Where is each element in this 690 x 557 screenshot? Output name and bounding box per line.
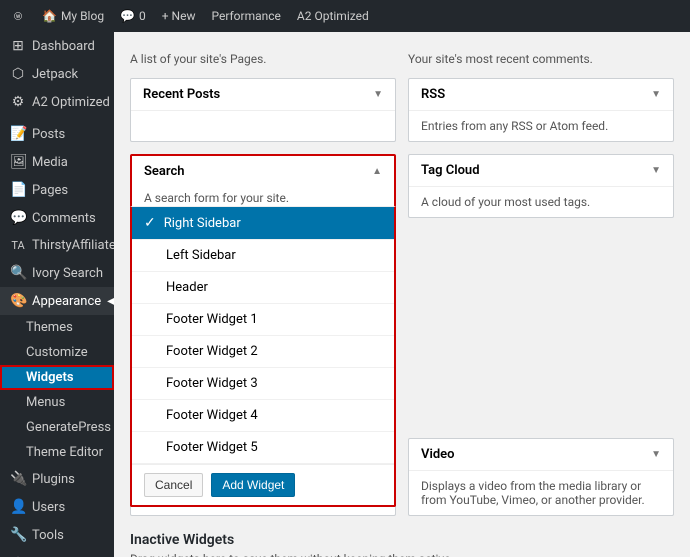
- search-widget-container: Search ▲ A search form for your site. ✓ …: [130, 154, 396, 218]
- tools-icon: 🔧: [10, 527, 26, 543]
- recent-posts-widget: Recent Posts ▼: [130, 78, 396, 142]
- tag-cloud-header[interactable]: Tag Cloud ▼: [409, 155, 673, 187]
- admin-bar-site-name[interactable]: 🏠 My Blog: [36, 0, 110, 32]
- jetpack-icon: ⬡: [10, 66, 26, 82]
- pages-icon: 📄: [10, 182, 26, 198]
- video-chevron: ▼: [651, 449, 661, 460]
- add-widget-button[interactable]: Add Widget: [211, 473, 295, 497]
- comment-icon: 💬: [120, 9, 135, 23]
- sidebar: ⊞ Dashboard ⬡ Jetpack ⚙ A2 Optimized 📝 P…: [0, 32, 114, 557]
- sidebar-item-settings[interactable]: ⚙ Settings: [0, 549, 114, 557]
- sidebar-item-tools[interactable]: 🔧 Tools: [0, 521, 114, 549]
- sidebar-item-users[interactable]: 👤 Users: [0, 493, 114, 521]
- check-icon: ✓: [144, 215, 156, 231]
- comments-desc: Your site's most recent comments.: [408, 48, 674, 70]
- sidebar-subitem-theme-editor[interactable]: Theme Editor: [0, 440, 114, 465]
- appearance-icon: 🎨: [10, 293, 26, 309]
- a2-icon: ⚙: [10, 94, 26, 110]
- rss-header[interactable]: RSS ▼: [409, 79, 673, 111]
- tag-cloud-column: Tag Cloud ▼ A cloud of your most used ta…: [408, 154, 674, 218]
- plugins-icon: 🔌: [10, 471, 26, 487]
- top-labels-row: A list of your site's Pages. Your site's…: [130, 48, 674, 70]
- tag-cloud-chevron: ▼: [651, 165, 661, 176]
- dropdown-actions: Cancel Add Widget: [132, 464, 394, 505]
- search-chevron-up: ▲: [372, 166, 382, 177]
- dropdown-item-footer3[interactable]: Footer Widget 3: [132, 368, 394, 400]
- rss-widget: RSS ▼ Entries from any RSS or Atom feed.: [408, 78, 674, 142]
- sidebar-item-pages[interactable]: 📄 Pages: [0, 176, 114, 204]
- sidebar-item-dashboard[interactable]: ⊞ Dashboard: [0, 32, 114, 60]
- ivorysearch-icon: 🔍: [10, 265, 26, 281]
- sidebar-subitem-generatepress[interactable]: GeneratePress: [0, 415, 114, 440]
- dropdown-item-footer5[interactable]: Footer Widget 5: [132, 432, 394, 464]
- sidebar-subitem-widgets[interactable]: Widgets: [0, 365, 114, 390]
- video-widget: Video ▼ Displays a video from the media …: [408, 438, 674, 516]
- appearance-arrow: ◀: [107, 296, 114, 307]
- search-widget-header[interactable]: Search ▲: [132, 156, 394, 187]
- sidebar-item-thirsty[interactable]: TA ThirstyAffiliates: [0, 232, 114, 259]
- admin-bar-performance[interactable]: Performance: [206, 0, 287, 32]
- wp-logo[interactable]: W: [8, 6, 28, 26]
- sidebar-item-media[interactable]: 🖼 Media: [0, 148, 114, 176]
- admin-bar: W 🏠 My Blog 💬 0 + New Performance A2 Opt…: [0, 0, 690, 32]
- media-icon: 🖼: [10, 154, 26, 170]
- dropdown-item-left-sidebar[interactable]: Left Sidebar: [132, 240, 394, 272]
- tag-cloud-widget: Tag Cloud ▼ A cloud of your most used ta…: [408, 154, 674, 218]
- widget-location-dropdown[interactable]: ✓ Right Sidebar Left Sidebar Header Foot…: [130, 206, 396, 507]
- users-icon: 👤: [10, 499, 26, 515]
- comments-icon: 💬: [10, 210, 26, 226]
- dropdown-item-right-sidebar[interactable]: ✓ Right Sidebar: [132, 207, 394, 240]
- sidebar-subitem-menus[interactable]: Menus: [0, 390, 114, 415]
- posts-icon: 📝: [10, 126, 26, 142]
- sidebar-subitem-themes[interactable]: Themes: [0, 315, 114, 340]
- sidebar-subitem-customize[interactable]: Customize: [0, 340, 114, 365]
- rss-body: Entries from any RSS or Atom feed.: [409, 111, 673, 141]
- dropdown-item-footer4[interactable]: Footer Widget 4: [132, 400, 394, 432]
- sidebar-item-comments[interactable]: 💬 Comments: [0, 204, 114, 232]
- dropdown-item-footer1[interactable]: Footer Widget 1: [132, 304, 394, 336]
- dropdown-item-header[interactable]: Header: [132, 272, 394, 304]
- sidebar-item-posts[interactable]: 📝 Posts: [0, 120, 114, 148]
- admin-bar-new[interactable]: + New: [156, 0, 202, 32]
- rss-chevron: ▼: [651, 89, 661, 100]
- admin-bar-comments[interactable]: 💬 0: [114, 0, 152, 32]
- inactive-title: Inactive Widgets: [130, 532, 674, 548]
- content-area: A list of your site's Pages. Your site's…: [114, 32, 690, 557]
- thirsty-icon: TA: [10, 239, 26, 252]
- sidebar-item-a2optimized[interactable]: ⚙ A2 Optimized: [0, 88, 114, 116]
- home-icon: 🏠: [42, 9, 57, 23]
- recent-posts-header[interactable]: Recent Posts ▼: [131, 79, 395, 111]
- inactive-desc: Drag widgets here to save them without k…: [130, 552, 674, 557]
- video-body: Displays a video from the media library …: [409, 471, 673, 515]
- admin-bar-a2[interactable]: A2 Optimized: [291, 0, 375, 32]
- dashboard-icon: ⊞: [10, 38, 26, 54]
- sidebar-item-jetpack[interactable]: ⬡ Jetpack: [0, 60, 114, 88]
- sidebar-item-plugins[interactable]: 🔌 Plugins: [0, 465, 114, 493]
- tag-cloud-body: A cloud of your most used tags.: [409, 187, 673, 217]
- pages-desc: A list of your site's Pages.: [130, 48, 396, 70]
- inactive-widgets-section: Inactive Widgets Drag widgets here to sa…: [130, 532, 674, 557]
- sidebar-item-appearance[interactable]: 🎨 Appearance ◀: [0, 287, 114, 315]
- recent-posts-chevron: ▼: [373, 89, 383, 100]
- dropdown-item-footer2[interactable]: Footer Widget 2: [132, 336, 394, 368]
- cancel-button[interactable]: Cancel: [144, 473, 203, 497]
- sidebar-item-ivorysearch[interactable]: 🔍 Ivory Search: [0, 259, 114, 287]
- video-header[interactable]: Video ▼: [409, 439, 673, 471]
